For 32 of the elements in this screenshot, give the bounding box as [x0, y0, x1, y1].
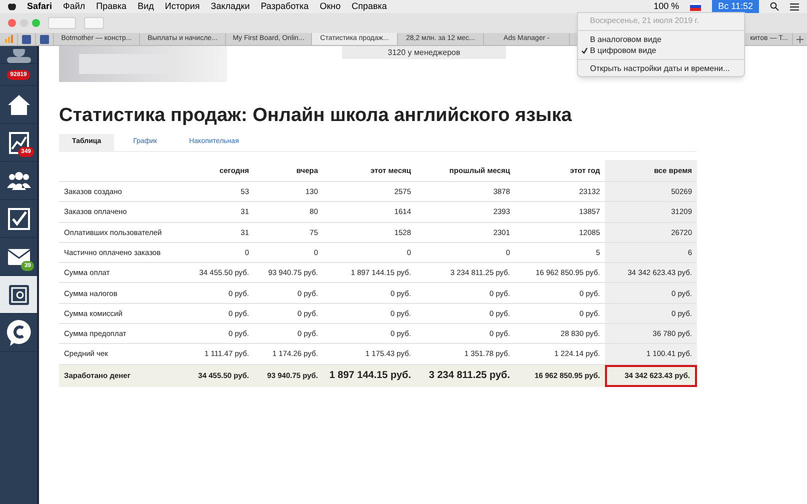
menu-option[interactable]: В цифровом виде	[578, 45, 744, 56]
search-icon[interactable]	[770, 2, 779, 11]
speech-bubble-logo	[6, 318, 32, 346]
date-label: Воскресенье, 21 июля 2019 г.	[589, 15, 700, 27]
menu-option[interactable]: В аналоговом виде	[578, 34, 744, 45]
menu-item[interactable]: История	[164, 0, 200, 14]
menu-item[interactable]: Окно	[320, 0, 341, 14]
safe-icon	[8, 284, 30, 306]
managers-panel: 3120 у менеджеров	[342, 46, 506, 59]
people-icon	[6, 170, 32, 190]
page-title: Статистика продаж: Онлайн школа английского языка	[59, 104, 573, 128]
menu-item[interactable]: Файл	[63, 0, 86, 14]
menu-item[interactable]: Вид	[138, 0, 154, 14]
total-cell-text: 3 234 811.25 руб.	[428, 369, 511, 384]
home-icon	[6, 94, 30, 116]
clock[interactable]: Вс 11:52	[712, 0, 759, 13]
apple-icon[interactable]	[8, 2, 16, 11]
sidebar-item[interactable]	[0, 46, 37, 64]
menu-option[interactable]: Открыть настройки даты и времени...	[578, 63, 744, 74]
list-icon[interactable]	[790, 2, 799, 10]
menu-item[interactable]: Закладки	[210, 0, 250, 14]
menu-item[interactable]: Правка	[96, 0, 127, 14]
app-menu[interactable]: Safari	[27, 0, 52, 14]
flag-icon[interactable]	[690, 2, 702, 10]
avatar-icon	[6, 49, 32, 63]
total-cell-text: 1 897 144.15 руб.	[328, 369, 412, 384]
checkbox-icon	[8, 208, 30, 230]
menu-item[interactable]: Разработка	[260, 0, 309, 14]
menu-item[interactable]: Справка	[352, 0, 387, 14]
battery-percent: 100 %	[654, 0, 680, 13]
envelope-icon	[8, 248, 30, 264]
sidebar-item[interactable]	[0, 276, 37, 314]
